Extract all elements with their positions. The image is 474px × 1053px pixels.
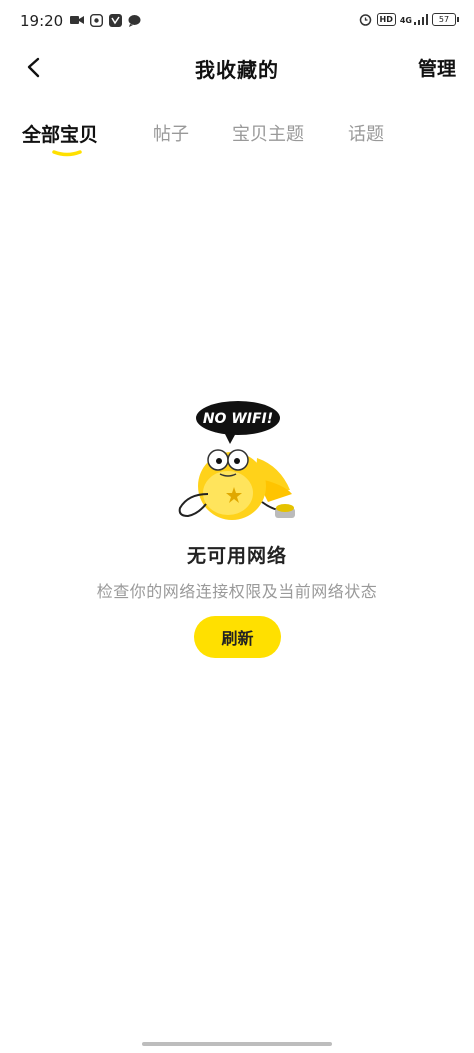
empty-state-title: 无可用网络 (186, 545, 287, 567)
network-type-label: 4G (399, 15, 412, 25)
no-wifi-label: NO WIFI! (203, 411, 273, 427)
status-time: 19:20 (20, 12, 64, 30)
tab-topics[interactable]: 话题 (348, 120, 384, 146)
chat-icon (127, 13, 141, 27)
signal-4g-icon: 4G (399, 13, 428, 25)
app-icon (89, 13, 103, 27)
alarm-icon (359, 12, 373, 26)
hd-icon: HD (376, 12, 396, 26)
status-bar: 19:20 HD 4G 57 (0, 0, 474, 44)
battery-icon: 57 (432, 12, 459, 26)
tab-all-items[interactable]: 全部宝贝 (22, 120, 98, 147)
tab-active-indicator (52, 150, 82, 157)
manage-button[interactable]: 管理 (418, 54, 456, 81)
tab-bar: 全部宝贝 帖子 宝贝主题 话题 (0, 112, 474, 162)
tab-item-topics[interactable]: 宝贝主题 (232, 120, 304, 146)
app-icon (108, 13, 122, 27)
status-left-icons (70, 13, 141, 27)
home-indicator[interactable] (142, 1042, 332, 1046)
empty-state-description: 检查你的网络连接权限及当前网络状态 (96, 582, 378, 601)
top-bar: 我收藏的 管理 (0, 44, 474, 90)
status-right-icons: HD 4G 57 (359, 12, 459, 26)
no-wifi-mascot-illustration: NO WIFI! (178, 401, 295, 520)
page-title: 我收藏的 (195, 58, 279, 82)
tab-posts[interactable]: 帖子 (153, 120, 189, 146)
refresh-button[interactable]: 刷新 (194, 616, 281, 658)
video-icon (70, 13, 84, 27)
